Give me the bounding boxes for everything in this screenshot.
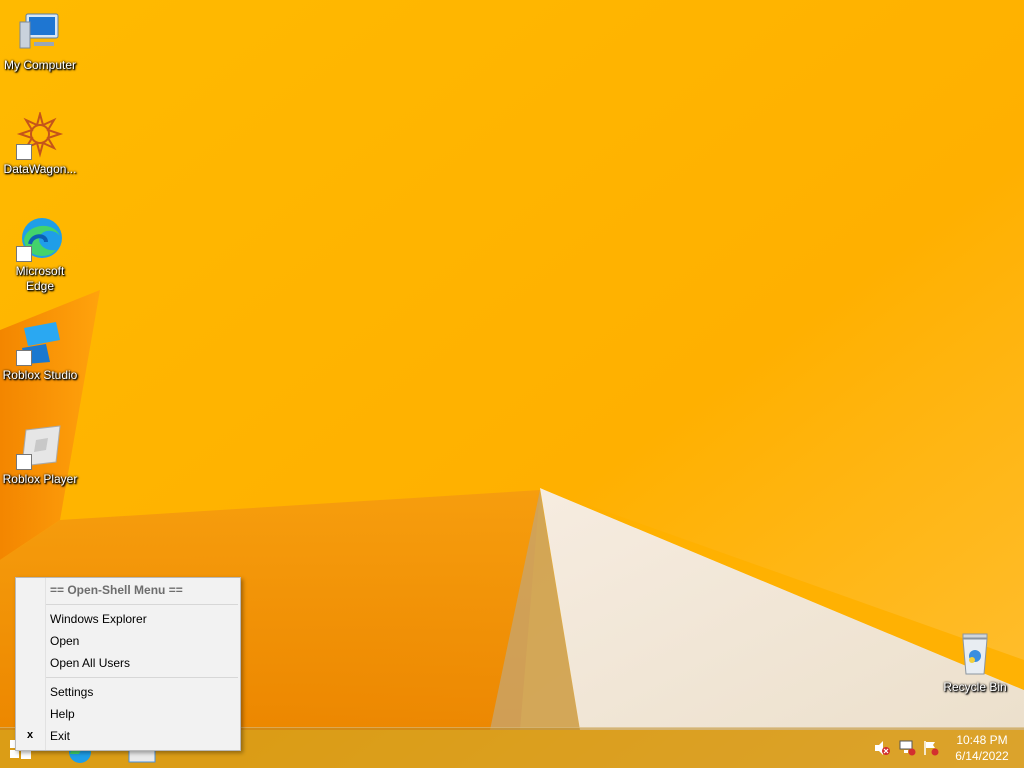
menu-item-exit[interactable]: Exit bbox=[50, 726, 70, 746]
desktop-icon-label: Recycle Bin bbox=[943, 680, 1007, 694]
system-clock[interactable]: 10:48 PM 6/14/2022 bbox=[952, 732, 1012, 764]
shortcut-arrow-icon bbox=[16, 144, 32, 160]
desktop-icon-edge[interactable]: Microsoft Edge bbox=[0, 214, 80, 294]
desktop-icon-label-line2: Edge bbox=[25, 279, 55, 293]
desktop-icon-datawagon[interactable]: DataWagon... bbox=[0, 110, 80, 177]
recycle-bin-icon bbox=[951, 630, 999, 678]
menu-separator bbox=[46, 677, 238, 678]
menu-separator bbox=[46, 604, 238, 605]
menu-icon-gutter bbox=[16, 578, 46, 750]
menu-item-help[interactable]: Help bbox=[50, 704, 75, 724]
desktop-icon-label: DataWagon... bbox=[3, 162, 77, 176]
desktop-icon-roblox-player[interactable]: Roblox Player bbox=[0, 422, 80, 487]
menu-item-open[interactable]: Open bbox=[50, 631, 79, 651]
edge-icon bbox=[16, 214, 64, 262]
desktop-icon-label: Roblox Player bbox=[2, 472, 78, 486]
desktop-icon-label: Roblox Studio bbox=[2, 368, 78, 382]
roblox-player-icon bbox=[16, 422, 64, 470]
shortcut-arrow-icon bbox=[16, 350, 32, 366]
shortcut-arrow-icon bbox=[16, 246, 32, 262]
my-computer-icon bbox=[16, 8, 64, 56]
exit-close-icon: x bbox=[27, 729, 34, 741]
roblox-studio-icon bbox=[16, 318, 64, 366]
open-shell-context-menu: == Open-Shell Menu == Windows Explorer O… bbox=[15, 577, 241, 751]
datawagon-icon bbox=[16, 110, 64, 160]
network-disconnected-icon[interactable] bbox=[898, 740, 916, 756]
desktop[interactable]: My Computer DataWagon... Microsoft Edge bbox=[0, 0, 1024, 768]
desktop-icon-label-line1: Microsoft bbox=[15, 264, 65, 278]
action-center-flag-icon[interactable] bbox=[922, 740, 940, 756]
desktop-icon-roblox-studio[interactable]: Roblox Studio bbox=[0, 318, 80, 383]
volume-muted-icon[interactable] bbox=[873, 740, 891, 756]
menu-item-open-all-users[interactable]: Open All Users bbox=[50, 653, 130, 673]
menu-item-settings[interactable]: Settings bbox=[50, 682, 93, 702]
menu-item-windows-explorer[interactable]: Windows Explorer bbox=[50, 609, 147, 629]
clock-time: 10:48 PM bbox=[956, 733, 1008, 747]
desktop-icon-label: My Computer bbox=[3, 58, 77, 72]
clock-date: 6/14/2022 bbox=[955, 749, 1009, 763]
desktop-icon-recycle-bin[interactable]: Recycle Bin bbox=[935, 630, 1015, 695]
menu-header: == Open-Shell Menu == bbox=[50, 583, 183, 597]
shortcut-arrow-icon bbox=[16, 454, 32, 470]
desktop-icon-my-computer[interactable]: My Computer bbox=[0, 8, 80, 73]
